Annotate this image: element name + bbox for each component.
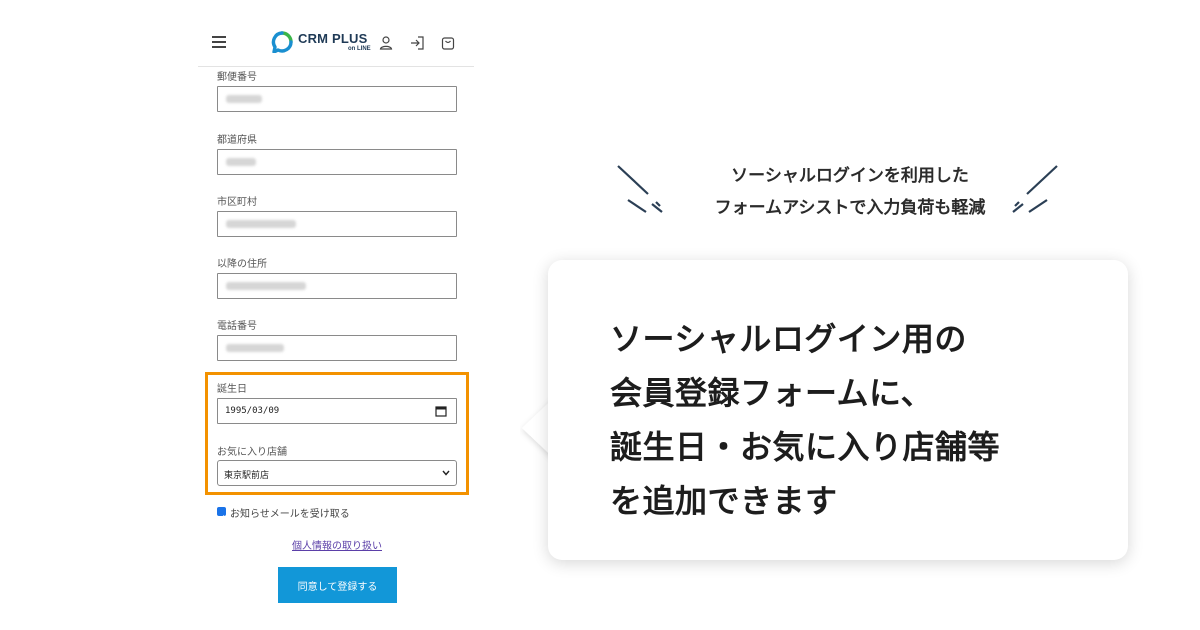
logo-text: CRM PLUS bbox=[298, 31, 368, 46]
tagline: ソーシャルログインを利用した フォームアシストで入力負荷も軽減 bbox=[640, 160, 1060, 224]
city-input[interactable] bbox=[217, 211, 457, 237]
cart-icon[interactable] bbox=[440, 35, 456, 51]
tagline-line-1: ソーシャルログインを利用した bbox=[731, 166, 969, 186]
address-input[interactable] bbox=[217, 273, 457, 299]
user-icon[interactable] bbox=[378, 35, 394, 51]
app-header: CRM PLUS on LINE bbox=[198, 0, 474, 67]
newsletter-checkbox[interactable] bbox=[217, 507, 226, 521]
favorite-store-select[interactable]: 東京駅前店 bbox=[217, 460, 457, 486]
check-icon bbox=[218, 515, 225, 521]
birthday-label: 誕生日 bbox=[217, 384, 247, 395]
tagline-line-2: フォームアシストで入力負荷も軽減 bbox=[714, 198, 986, 218]
login-icon[interactable] bbox=[409, 35, 425, 51]
prefecture-label: 都道府県 bbox=[217, 135, 257, 146]
headline-line-3: 誕生日・お気に入り店舗等 bbox=[610, 428, 1001, 466]
headline: ソーシャルログイン用の 会員登録フォームに、 誕生日・お気に入り店舗等 を追加で… bbox=[610, 312, 1110, 528]
newsletter-label: お知らせメールを受け取る bbox=[230, 509, 350, 520]
address-label: 以降の住所 bbox=[217, 259, 267, 270]
blurred-value bbox=[226, 344, 284, 352]
crm-plus-logo[interactable]: CRM PLUS on LINE bbox=[270, 30, 371, 58]
calendar-icon[interactable] bbox=[435, 405, 447, 417]
prefecture-input[interactable] bbox=[217, 149, 457, 175]
postal-code-input[interactable] bbox=[217, 86, 457, 112]
headline-line-2: 会員登録フォームに、 bbox=[610, 374, 934, 412]
blurred-value bbox=[226, 95, 262, 103]
favorite-store-value: 東京駅前店 bbox=[224, 471, 270, 481]
phone-label: 電話番号 bbox=[217, 321, 257, 332]
chevron-down-icon bbox=[442, 470, 450, 476]
phone-screen: CRM PLUS on LINE 郵便番号 都道府県 市区町村 以降の住所 電話 bbox=[198, 0, 476, 630]
headline-line-1: ソーシャルログイン用の bbox=[610, 320, 967, 358]
phone-input[interactable] bbox=[217, 335, 457, 361]
privacy-policy-link[interactable]: 個人情報の取り扱い bbox=[292, 537, 382, 552]
birthday-input[interactable]: 1995/03/09 bbox=[217, 398, 457, 424]
blurred-value bbox=[226, 282, 306, 290]
birthday-value: 1995/03/09 bbox=[225, 406, 280, 416]
headline-line-4: を追加できます bbox=[610, 482, 838, 520]
city-label: 市区町村 bbox=[217, 197, 257, 208]
logo-mark-icon bbox=[271, 31, 293, 53]
favorite-store-label: お気に入り店舗 bbox=[217, 447, 287, 458]
postal-code-label: 郵便番号 bbox=[217, 72, 257, 83]
logo-subtext: on LINE bbox=[348, 46, 371, 52]
blurred-value bbox=[226, 158, 256, 166]
menu-icon[interactable] bbox=[212, 36, 226, 48]
submit-button[interactable]: 同意して登録する bbox=[278, 567, 397, 603]
blurred-value bbox=[226, 220, 296, 228]
